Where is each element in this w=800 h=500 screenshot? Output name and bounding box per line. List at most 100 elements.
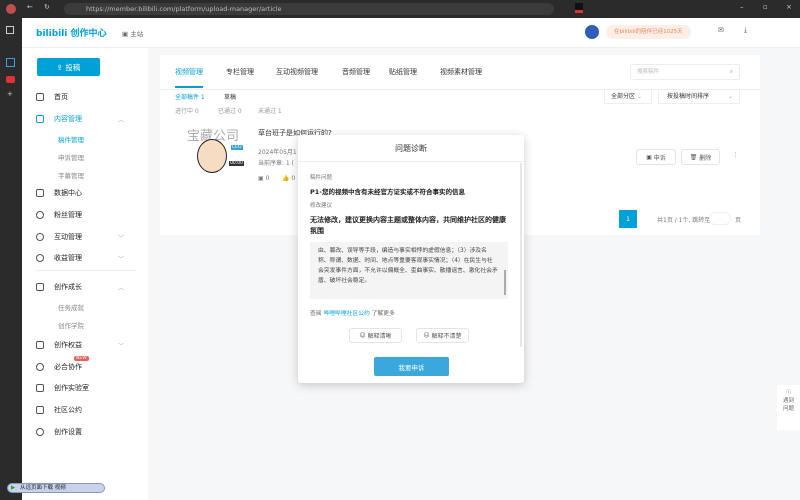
sidebar-sub-tasks[interactable]: 任务成就 [58, 302, 84, 312]
logo[interactable]: bilibili 创作中心 [36, 26, 107, 39]
sidebar: ⇪ 投稿 首页 内容管理 ︿ 稿件管理 申诉管理 字幕管理 数据中心 粉丝管理 互… [22, 48, 148, 500]
dialog-title: 问题诊断 [298, 135, 524, 162]
chevron-down-icon[interactable]: ﹀ [118, 233, 124, 242]
filter-all[interactable]: 全部稿件 1 [175, 92, 205, 101]
video-download-bar[interactable]: ▶ 从远页面下载 视频 [7, 483, 105, 493]
tab-video[interactable]: 视频管理 [175, 67, 203, 88]
filter-passed[interactable]: 已通过 0 [218, 106, 242, 115]
filter-in-progress[interactable]: 进行中 0 [175, 106, 199, 115]
sidebar-sub-appeals[interactable]: 申诉管理 [58, 152, 84, 162]
sort-value: 按投稿时间排序 [667, 93, 710, 100]
sidebar-item-lab[interactable]: 创作实验室 [36, 383, 89, 393]
video-thumbnail[interactable]: 宝藏公司 CEO 00:00 [183, 125, 249, 175]
sidebar-item-data[interactable]: 数据中心 [36, 188, 82, 198]
search-icon[interactable]: ⌕ [730, 65, 733, 79]
helpful-button[interactable]: ☺ 解释清晰 [349, 328, 402, 343]
profile-avatar[interactable] [6, 4, 16, 14]
search-placeholder: 搜索稿件 [637, 69, 660, 75]
sidebar-item-income[interactable]: 收益管理 [36, 253, 82, 263]
download-bar-label: 从远页面下载 视频 [20, 485, 66, 491]
unhelpful-button[interactable]: ☹ 解释不清楚 [416, 328, 469, 343]
upload-button[interactable]: ⇪ 投稿 [37, 58, 100, 76]
flask-icon [36, 384, 44, 392]
search-input[interactable]: 搜索稿件 ⌕ [630, 64, 740, 80]
video-episode: 当前序章: 1 ( [258, 160, 294, 167]
chevron-up-icon[interactable]: ︿ [118, 283, 124, 292]
message-icon[interactable]: ✉ [718, 26, 724, 34]
problem-label: 稿件问题 [310, 175, 333, 181]
tab-stickers[interactable]: 贴纸管理 [389, 67, 417, 77]
address-bar[interactable]: https://member.bilibili.com/platform/upl… [64, 3, 554, 15]
sidebar-item-growth[interactable]: 创作成长 [36, 282, 82, 292]
sidebar-item-rights[interactable]: 创作权益 [36, 340, 82, 350]
tab-materials[interactable]: 视频素材管理 [440, 67, 482, 77]
dialog-scrollbar[interactable] [520, 163, 522, 347]
sidebar-sub-manuscripts[interactable]: 稿件管理 [58, 134, 84, 144]
graduation-icon [36, 283, 44, 291]
chevron-down-icon: ⌄ [636, 93, 642, 100]
delete-button[interactable]: 🗑 删除 [681, 149, 720, 165]
scroll-icon [36, 406, 44, 414]
chevron-up-icon[interactable]: ︿ [118, 115, 124, 124]
tab-audio[interactable]: 音频管理 [342, 67, 370, 77]
sidebar-item-convention[interactable]: 社区公约 [36, 405, 82, 415]
minimize-icon[interactable]: – [740, 3, 744, 11]
convention-link[interactable]: 哔哩哔哩社区公约 [323, 311, 369, 317]
close-icon[interactable]: × [786, 3, 792, 11]
refresh-icon[interactable]: ↻ [44, 3, 50, 11]
chevron-down-icon[interactable]: ﹀ [118, 254, 124, 263]
detail-scrollbar[interactable] [504, 270, 506, 295]
filter-draft[interactable]: 草稿 [224, 92, 236, 101]
stat-play: ▣ 0 [258, 175, 270, 182]
sidebar-item-interaction[interactable]: 互动管理 [36, 232, 82, 242]
back-icon[interactable]: ← [27, 3, 33, 11]
filter-failed[interactable]: 未通过 1 [258, 106, 282, 115]
sidebar-item-settings[interactable]: 创作设置 [36, 427, 82, 437]
avatar[interactable] [585, 25, 599, 39]
label: 互动管理 [54, 233, 82, 241]
gear-icon [36, 428, 44, 436]
maximize-icon[interactable]: ▫ [763, 3, 768, 11]
tab-column[interactable]: 专栏管理 [226, 67, 254, 77]
video-date: 2024年05月1 [258, 149, 297, 156]
diagnosis-dialog: 问题诊断 稿件问题 P1-您的视频中含有未经官方证实或不符合事实的信息 修改建议… [298, 135, 524, 383]
page-1-button[interactable]: 1 [619, 210, 637, 228]
chevron-down-icon[interactable]: ﹀ [118, 341, 124, 350]
sidebar-sub-academy[interactable]: 创作学院 [58, 320, 84, 330]
tab-interactive[interactable]: 互动视频管理 [276, 67, 318, 77]
youtube-tab-icon[interactable] [6, 76, 15, 83]
user-icon [36, 211, 44, 219]
suggestion-label: 修改建议 [310, 203, 333, 209]
home-icon [36, 93, 44, 101]
sidebar-item-home[interactable]: 首页 [36, 92, 68, 102]
page-suffix: 页 [735, 217, 742, 224]
label: 创作权益 [54, 341, 82, 349]
play-count: 0 [265, 175, 270, 182]
sidebar-item-content[interactable]: 内容管理 [36, 114, 82, 124]
question-icon: ⓘ [785, 390, 792, 396]
new-badge: NEW [74, 356, 89, 361]
add-tab-icon[interactable]: + [7, 90, 13, 98]
help-label: 遇到问题 [782, 398, 794, 412]
help-float-button[interactable]: ⓘ 遇到问题 [777, 385, 800, 430]
appeal-button[interactable]: ▣ 申诉 [636, 149, 676, 165]
download-icon[interactable]: ⤓ [744, 26, 747, 35]
home-link-label: 主站 [130, 30, 144, 38]
thumbnail-badge: CEO [231, 145, 243, 150]
sort-select[interactable]: 按投稿时间排序 ⌄ [658, 89, 740, 104]
page-jump-input[interactable] [709, 212, 731, 225]
label: 创作设置 [54, 428, 82, 436]
sidebar-sub-subtitles[interactable]: 字幕管理 [58, 170, 84, 180]
home-link[interactable]: ▣ 主站 [122, 28, 143, 38]
policy-detail[interactable]: 由、篡改、误导等手段，编造与事实相悖的虚假信息；（3）涉及名称、称谓、数据、时间… [310, 242, 508, 299]
sidebar-item-collab[interactable]: 必合协作 [36, 362, 82, 372]
extension-icon[interactable] [575, 3, 583, 13]
tabs-icon[interactable] [6, 26, 14, 34]
helpful-label: 解释清晰 [367, 333, 392, 340]
days-badge[interactable]: 在bilibili的陪伴已经1025天 [606, 25, 691, 39]
sidebar-item-fans[interactable]: 粉丝管理 [36, 210, 82, 220]
zone-select[interactable]: 全部分区 ⌄ [604, 89, 652, 104]
more-icon[interactable]: ⋮ [732, 151, 739, 159]
appeal-submit-button[interactable]: 我要申诉 [374, 357, 449, 376]
bilibili-tab-icon[interactable] [6, 58, 15, 67]
